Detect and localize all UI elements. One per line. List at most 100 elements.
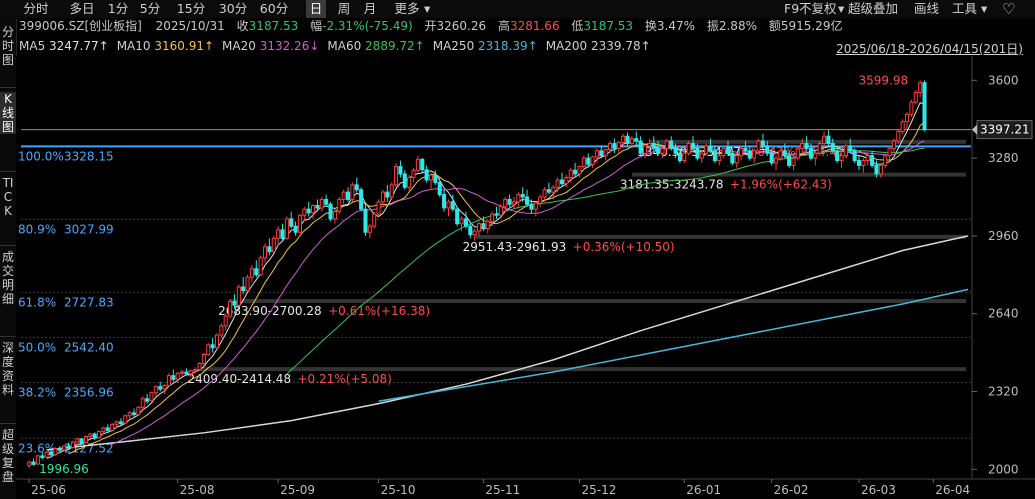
- candle[interactable]: [328, 201, 333, 222]
- candle[interactable]: [70, 440, 75, 449]
- candle[interactable]: [214, 333, 220, 349]
- quote-info-bar: 399006.SZ[创业板指] 2025/10/31 收3187.53 幅-2.…: [19, 19, 842, 34]
- high-value: 3281.66: [509, 19, 560, 33]
- candle[interactable]: [909, 99, 914, 117]
- candle[interactable]: [236, 284, 241, 307]
- period-label: 多日: [69, 1, 95, 16]
- period-9[interactable]: 月: [361, 0, 379, 18]
- side-tab-1[interactable]: K线图: [0, 92, 16, 134]
- candle[interactable]: [284, 216, 289, 240]
- ma-name: MA200: [545, 39, 588, 53]
- candle[interactable]: [372, 211, 377, 229]
- period-label: 周: [337, 1, 351, 16]
- side-tab-label: 成交明细: [1, 250, 14, 306]
- period-5[interactable]: 30分: [217, 0, 249, 18]
- candle[interactable]: [110, 423, 115, 432]
- candle[interactable]: [389, 182, 394, 200]
- ma-value: 2318.39↑: [474, 39, 538, 53]
- period-6[interactable]: 60分: [258, 0, 290, 18]
- x-tick-label: 26-02: [774, 483, 809, 497]
- candle[interactable]: [206, 342, 211, 357]
- candle[interactable]: [166, 373, 171, 387]
- period-4[interactable]: 15分: [174, 0, 208, 18]
- turnover-value: 3.47%: [656, 19, 696, 33]
- candle[interactable]: [896, 128, 901, 144]
- candle[interactable]: [62, 444, 67, 452]
- candle[interactable]: [394, 162, 399, 188]
- candle[interactable]: [201, 352, 206, 366]
- overlay-button[interactable]: 超级叠加: [848, 0, 898, 18]
- candle[interactable]: [756, 138, 761, 154]
- candle[interactable]: [228, 299, 233, 319]
- candle[interactable]: [363, 204, 368, 236]
- ma-name: MA60: [327, 39, 362, 53]
- draw-line-button[interactable]: 画线: [914, 0, 939, 18]
- period-2[interactable]: 1分: [106, 0, 130, 18]
- candle[interactable]: [44, 451, 49, 459]
- period-8[interactable]: 周: [334, 0, 354, 18]
- candle[interactable]: [900, 119, 905, 134]
- F9-button[interactable]: F9: [784, 0, 799, 18]
- period-3[interactable]: 5分: [136, 0, 164, 18]
- candle[interactable]: [922, 80, 927, 132]
- chevron-down-icon[interactable]: ▾: [838, 0, 844, 18]
- side-tab-3[interactable]: 成交明细: [0, 250, 16, 306]
- zone-pct: +0.61%(+16.38): [328, 304, 430, 318]
- side-tab-2[interactable]: TICK: [0, 176, 16, 218]
- candle[interactable]: [913, 90, 918, 105]
- period-label: 1分: [107, 1, 129, 16]
- chevron-down-icon[interactable]: ▾: [981, 0, 987, 18]
- heart-icon[interactable]: ♡: [1002, 0, 1015, 18]
- change-label: 幅: [310, 19, 323, 33]
- fib-label: 38.2%: [18, 385, 56, 399]
- candle[interactable]: [852, 148, 857, 163]
- candle[interactable]: [53, 447, 58, 456]
- side-tab-label: TICK: [2, 176, 14, 218]
- open-label: 开: [424, 19, 437, 33]
- candle[interactable]: [795, 145, 800, 161]
- period-10[interactable]: 更多: [393, 0, 421, 18]
- candle[interactable]: [197, 362, 202, 371]
- candle[interactable]: [123, 414, 128, 425]
- candle[interactable]: [686, 141, 691, 156]
- y-tick-label: 3600: [988, 73, 1019, 87]
- kline-chart[interactable]: 100.0% 3328.15 80.9% 3027.99 61.8% 2727.83 50.…: [16, 56, 1035, 499]
- fib-value: 2356.96: [64, 385, 114, 399]
- ma-name: MA10: [116, 39, 151, 53]
- candle[interactable]: [97, 430, 102, 439]
- candle[interactable]: [350, 182, 355, 202]
- candle[interactable]: [140, 396, 145, 410]
- x-tick-label: 26-03: [861, 483, 896, 497]
- candle[interactable]: [337, 197, 342, 215]
- period-7[interactable]: 日: [306, 0, 326, 18]
- candle[interactable]: [883, 153, 888, 168]
- tools-button[interactable]: 工具: [952, 0, 977, 18]
- x-tick-label: 25-12: [581, 483, 616, 497]
- x-tick-label: 25-08: [180, 483, 215, 497]
- candle[interactable]: [258, 255, 263, 277]
- candle[interactable]: [455, 206, 460, 227]
- side-separator: [0, 423, 16, 424]
- candle[interactable]: [271, 235, 276, 253]
- period-0[interactable]: 分时: [22, 0, 50, 18]
- ma-name: MA250: [432, 39, 475, 53]
- candle[interactable]: [376, 199, 381, 217]
- period-1[interactable]: 多日: [64, 0, 100, 18]
- side-tab-4[interactable]: 深度资料: [0, 341, 16, 397]
- side-tab-0[interactable]: 分时图: [0, 25, 16, 67]
- candle[interactable]: [843, 143, 848, 159]
- candle[interactable]: [817, 141, 822, 156]
- zone-pct: +0.36%(+10.50): [573, 240, 675, 254]
- candle[interactable]: [149, 391, 154, 402]
- candle[interactable]: [297, 214, 302, 234]
- chevron-down-icon[interactable]: ▾: [424, 0, 430, 18]
- side-tab-5[interactable]: 超级复盘: [0, 428, 16, 484]
- candle[interactable]: [245, 274, 250, 292]
- period-label: 月: [363, 1, 377, 16]
- candle[interactable]: [136, 406, 141, 416]
- candle[interactable]: [359, 187, 364, 212]
- candle[interactable]: [83, 435, 88, 444]
- adjust-button[interactable]: 不复权: [799, 0, 837, 18]
- date-range[interactable]: 2025/06/18-2026/04/15(201日): [836, 40, 1023, 57]
- y-tick-label: 3280: [988, 151, 1019, 165]
